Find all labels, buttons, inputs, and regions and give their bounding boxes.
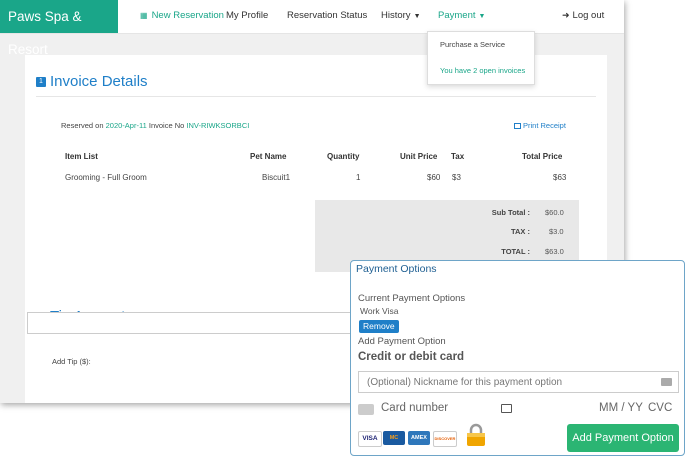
logout-label: Log out bbox=[572, 10, 605, 21]
logout-link[interactable]: ➜ Log out bbox=[562, 0, 604, 33]
credit-card-icon bbox=[358, 404, 374, 415]
divider bbox=[36, 96, 596, 97]
navbar: Paws Spa & Resort ▦ New Reservation My Pr… bbox=[0, 0, 624, 57]
menu-item-purchase-service[interactable]: Purchase a Service bbox=[428, 40, 534, 49]
reservation-info: Reserved on 2020-Apr-11 Invoice No INV-R… bbox=[61, 121, 249, 130]
row-quantity: 1 bbox=[356, 173, 361, 182]
reserved-on-label: Reserved on bbox=[61, 121, 104, 130]
card-heading: Credit or debit card bbox=[358, 351, 465, 363]
nav-new-reservation-label: New Reservation bbox=[151, 10, 224, 21]
header-tax: Tax bbox=[451, 152, 465, 161]
subtotal-label: Sub Total : bbox=[491, 208, 530, 217]
nav-history-label: History bbox=[381, 10, 411, 21]
header-total-price: Total Price bbox=[522, 152, 563, 161]
cvc-input[interactable]: CVC bbox=[648, 402, 672, 414]
row-tax: $3 bbox=[452, 173, 461, 182]
visa-logo-icon: VISA bbox=[358, 431, 382, 447]
invoice-section-title: 1 Invoice Details bbox=[36, 73, 148, 90]
invoice-no-label: Invoice No bbox=[148, 121, 185, 130]
discover-logo-icon: DISCOVER bbox=[433, 431, 457, 447]
menu-item-open-invoices[interactable]: You have 2 open invoices bbox=[428, 66, 534, 75]
total-value: $63.0 bbox=[545, 247, 564, 256]
brand-logo[interactable]: Paws Spa & Resort bbox=[0, 0, 118, 57]
current-option-name: Work Visa bbox=[360, 306, 399, 316]
row-pet-name: Biscuit1 bbox=[262, 173, 291, 182]
row-item: Grooming - Full Groom bbox=[65, 173, 147, 182]
header-item-list: Item List bbox=[65, 152, 98, 161]
print-receipt-label: Print Receipt bbox=[523, 121, 566, 130]
current-options-label: Current Payment Options bbox=[358, 293, 466, 304]
tax-value: $3.0 bbox=[549, 227, 564, 236]
row-total-price: $63 bbox=[553, 173, 567, 182]
caret-down-icon: ▼ bbox=[413, 13, 421, 20]
nav-history[interactable]: History ▼ bbox=[381, 0, 421, 33]
remove-button[interactable]: Remove bbox=[359, 320, 399, 333]
card-details-icon bbox=[501, 404, 512, 413]
print-receipt-link[interactable]: Print Receipt bbox=[514, 121, 566, 130]
subtotal-value: $60.0 bbox=[545, 208, 564, 217]
caret-down-icon: ▼ bbox=[478, 13, 486, 20]
tax-label: TAX : bbox=[510, 227, 530, 236]
payment-options-panel: Payment Options Current Payment Options … bbox=[350, 260, 685, 456]
total-label: TOTAL : bbox=[501, 247, 530, 256]
nav-reservation-status[interactable]: Reservation Status bbox=[287, 0, 367, 33]
header-quantity: Quantity bbox=[327, 152, 360, 161]
header-unit-price: Unit Price bbox=[400, 152, 438, 161]
add-payment-option-button[interactable]: Add Payment Option bbox=[567, 424, 679, 452]
reserved-date: 2020-Apr-11 bbox=[105, 121, 147, 130]
card-number-input[interactable]: Card number bbox=[381, 402, 448, 414]
nav-new-reservation[interactable]: ▦ New Reservation bbox=[140, 0, 224, 33]
nav-payment[interactable]: Payment ▼ bbox=[438, 0, 485, 33]
mastercard-logo-icon: MC bbox=[383, 431, 405, 445]
autofill-icon bbox=[661, 378, 672, 386]
calendar-icon: ▦ bbox=[140, 11, 148, 20]
invoice-title-text: Invoice Details bbox=[50, 73, 148, 90]
invoice-number: INV-RIWKSORBCI bbox=[186, 121, 250, 130]
add-option-label: Add Payment Option bbox=[358, 336, 446, 347]
nickname-input[interactable]: (Optional) Nickname for this payment opt… bbox=[358, 371, 679, 393]
row-unit-price: $60 bbox=[427, 173, 441, 182]
section-number-badge: 1 bbox=[36, 77, 46, 88]
header-pet-name: Pet Name bbox=[250, 152, 287, 161]
payment-options-title: Payment Options bbox=[356, 263, 437, 275]
tip-label: Add Tip ($): bbox=[52, 357, 91, 366]
expiry-input[interactable]: MM / YY bbox=[599, 402, 643, 414]
lock-icon bbox=[467, 423, 485, 446]
nickname-placeholder: (Optional) Nickname for this payment opt… bbox=[367, 377, 563, 388]
logout-icon: ➜ bbox=[562, 10, 570, 20]
amex-logo-icon: AMEX bbox=[408, 431, 430, 445]
payment-dropdown-menu: Purchase a Service You have 2 open invoi… bbox=[427, 31, 535, 85]
nav-payment-label: Payment bbox=[438, 10, 476, 21]
nav-my-profile[interactable]: My Profile bbox=[226, 0, 268, 33]
printer-icon bbox=[514, 123, 521, 130]
